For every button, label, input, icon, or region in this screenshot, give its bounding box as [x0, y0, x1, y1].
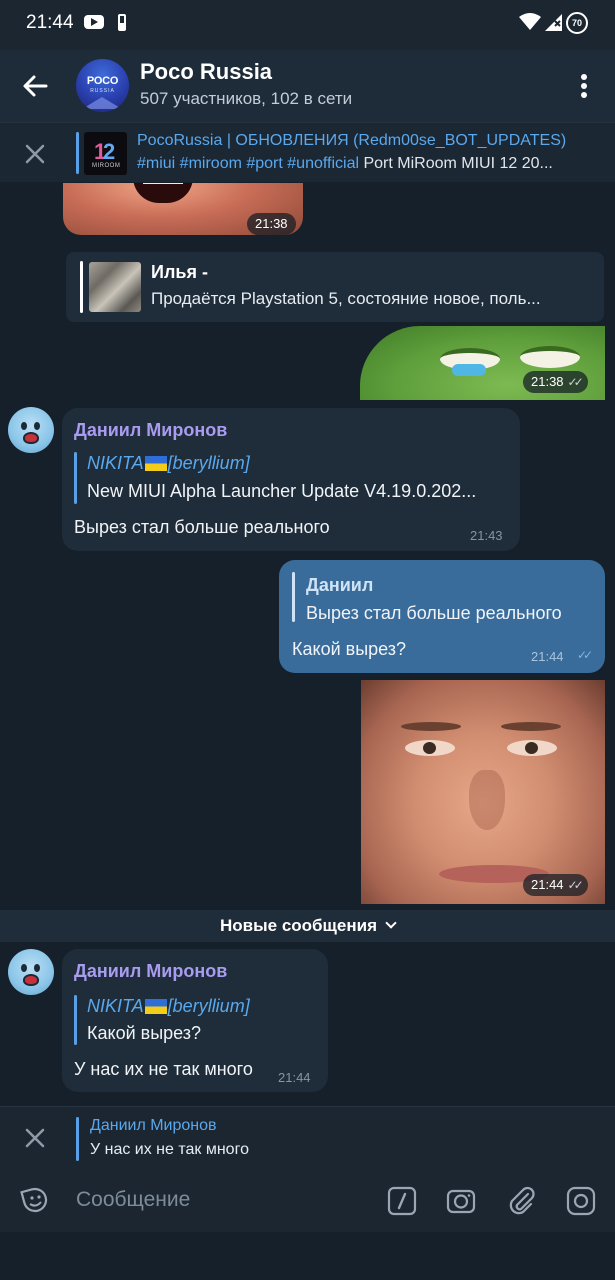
close-icon[interactable] — [20, 1123, 50, 1153]
sticker-emoji-icon[interactable] — [20, 1185, 50, 1215]
status-time: 21:44 — [26, 12, 74, 33]
message-composer — [0, 1168, 615, 1232]
new-messages-divider[interactable]: Новые сообщения — [0, 910, 615, 942]
signal-icon — [545, 14, 562, 31]
quote-accent-line — [292, 572, 295, 622]
new-messages-label: Новые сообщения — [220, 916, 377, 935]
photo-message[interactable] — [361, 680, 605, 904]
message-bubble[interactable]: Даниил Миронов NIKITA [beryllium] Какой в… — [62, 949, 328, 1092]
back-arrow-icon[interactable] — [14, 64, 58, 108]
quote-text: New MIUI Alpha Launcher Update V4.19.0.2… — [87, 481, 477, 501]
message-time: 21:44 — [278, 1070, 311, 1085]
group-avatar[interactable]: POCO RUSSIA — [76, 59, 129, 112]
forwarded-reply-card[interactable]: Илья - Продаётся Playstation 5, состояни… — [66, 252, 604, 322]
outgoing-message-bubble[interactable]: Даниил Вырез стал больше реального Какой… — [279, 560, 605, 673]
sender-name[interactable]: Даниил Миронов — [74, 420, 227, 441]
quote-accent-line — [74, 995, 77, 1045]
reply-author: Даниил Миронов — [90, 1117, 217, 1134]
more-menu-icon[interactable] — [570, 70, 598, 102]
message-time: 21:38 — [247, 213, 296, 235]
system-navigation-area — [0, 1232, 615, 1280]
ukraine-flag-icon — [144, 999, 167, 1014]
bot-commands-icon[interactable] — [386, 1185, 418, 1217]
youtube-icon — [84, 15, 104, 29]
quote-text: Вырез стал больше реального — [306, 603, 562, 623]
avatar-logo-text: POCO — [86, 75, 119, 87]
message-bubble[interactable]: Даниил Миронов NIKITA [beryllium] New MIU… — [62, 408, 520, 551]
avatar-mountain-shape — [82, 97, 122, 109]
quote-author[interactable]: NIKITA [beryllium] — [87, 453, 250, 474]
pinned-message-bar[interactable]: 1 2 MIROOM PocoRussia | ОБНОВЛЕНИЯ (Redm00… — [0, 122, 615, 182]
read-check-icon: ✓✓ — [567, 878, 584, 892]
status-bar: 21:44 70 — [0, 0, 615, 50]
quote-text: Какой вырез? — [87, 1023, 202, 1043]
pinned-thumbnail: 1 2 MIROOM — [84, 132, 127, 175]
avatar-logo-subtext: RUSSIA — [90, 88, 115, 94]
quote-author[interactable]: NIKITA [beryllium] — [87, 996, 250, 1017]
reply-snippet: У нас их не так много — [90, 1141, 249, 1158]
chat-title[interactable]: Poco Russia — [140, 59, 272, 85]
pinned-snippet: Port MiRoom MIUI 12 20... — [363, 155, 553, 172]
message-time: 21:38 — [531, 374, 564, 389]
message-input[interactable] — [76, 1186, 366, 1214]
attach-paperclip-icon[interactable] — [506, 1185, 538, 1217]
quote-author[interactable]: Даниил — [306, 575, 373, 596]
sender-name[interactable]: Даниил Миронов — [74, 961, 227, 982]
message-time: 21:44 — [531, 877, 564, 892]
reply-thumbnail — [89, 262, 141, 312]
message-time-status: 21:38 ✓✓ — [523, 371, 588, 393]
battery-icon: 70 — [566, 12, 588, 34]
reply-snippet: Продаётся Playstation 5, состояние новое… — [151, 289, 541, 308]
chevron-down-icon — [385, 917, 397, 929]
battery-saver-icon — [118, 14, 126, 31]
reply-preview-bar[interactable]: Даниил Миронов У нас их не так много — [0, 1106, 615, 1168]
pinned-tags[interactable]: #miui #miroom #port #unofficial — [137, 155, 359, 172]
pinned-accent-line — [76, 132, 79, 174]
reply-author: Илья - — [151, 262, 208, 282]
message-time: 21:43 — [470, 528, 503, 543]
read-check-icon: ✓✓ — [567, 375, 584, 389]
ukraine-flag-icon — [144, 456, 167, 471]
message-text: У нас их не так много — [74, 1059, 253, 1079]
sender-avatar[interactable] — [8, 407, 54, 453]
camera-icon[interactable] — [445, 1185, 477, 1217]
quote-accent-line — [74, 452, 77, 504]
pinned-text: #miui #miroom #port #unofficial Port MiR… — [137, 155, 582, 173]
chat-subtitle[interactable]: 507 участников, 102 в сети — [140, 89, 352, 109]
video-message-icon[interactable] — [565, 1185, 597, 1217]
message-time-status: 21:44 ✓✓ — [523, 874, 588, 896]
read-check-icon: ✓✓ — [577, 648, 593, 662]
chat-header: POCO RUSSIA Poco Russia 507 участников, … — [0, 50, 615, 122]
wifi-icon — [519, 13, 541, 30]
close-icon[interactable] — [20, 139, 50, 169]
pinned-title: PocoRussia | ОБНОВЛЕНИЯ (Redm00se_BOT_UP… — [137, 132, 567, 149]
reply-accent-line — [80, 261, 83, 313]
sender-avatar[interactable] — [8, 949, 54, 995]
message-list[interactable]: 21:38 Илья - Продаётся Playstation 5, со… — [0, 183, 615, 1106]
message-time: 21:44 — [531, 649, 564, 664]
message-text: Вырез стал больше реального — [74, 517, 330, 537]
message-text: Какой вырез? — [292, 639, 407, 659]
reply-accent-line — [76, 1117, 79, 1161]
